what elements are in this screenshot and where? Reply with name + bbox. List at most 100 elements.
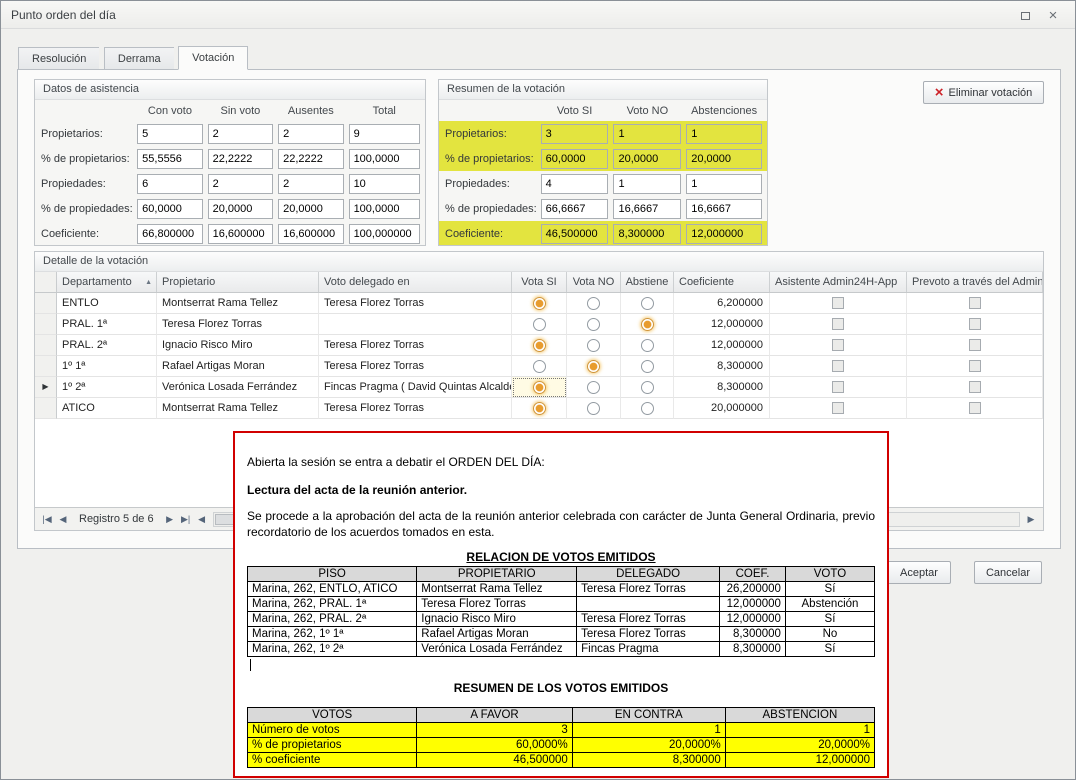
value-field[interactable]: 5 bbox=[137, 124, 202, 144]
row-selector[interactable] bbox=[35, 335, 57, 356]
row-selector[interactable] bbox=[35, 398, 57, 419]
aceptar-button[interactable]: Aceptar bbox=[887, 561, 951, 584]
column-header-prevoto[interactable]: Prevoto a través del Admin bbox=[907, 272, 1043, 292]
vote-abstiene-cell[interactable] bbox=[621, 398, 674, 419]
value-field[interactable]: 100,000000 bbox=[349, 224, 420, 244]
table-row[interactable]: ▶1º 2ªVerónica Losada FerrándezFincas Pr… bbox=[35, 377, 1043, 398]
vote-abstiene-radio[interactable] bbox=[641, 297, 654, 310]
row-selector[interactable] bbox=[35, 293, 57, 314]
value-field[interactable]: 16,6667 bbox=[613, 199, 681, 219]
table-row[interactable]: ENTLOMontserrat Rama TellezTeresa Florez… bbox=[35, 293, 1043, 314]
value-field[interactable]: 9 bbox=[349, 124, 420, 144]
value-field[interactable]: 60,0000 bbox=[137, 199, 202, 219]
close-button[interactable]: × bbox=[1043, 7, 1063, 24]
vote-si-radio[interactable] bbox=[533, 297, 546, 310]
value-field[interactable]: 1 bbox=[686, 124, 762, 144]
eliminar-votacion-button[interactable]: × Eliminar votación bbox=[923, 81, 1044, 104]
value-field[interactable]: 4 bbox=[541, 174, 609, 194]
value-field[interactable]: 22,2222 bbox=[278, 149, 343, 169]
vote-si-radio[interactable] bbox=[533, 402, 546, 415]
tab-derrama[interactable]: Derrama bbox=[104, 47, 174, 70]
column-header-vota-si[interactable]: Vota SI bbox=[512, 272, 567, 292]
vote-no-cell[interactable] bbox=[567, 314, 621, 335]
vote-si-cell[interactable] bbox=[512, 335, 567, 356]
value-field[interactable]: 16,600000 bbox=[278, 224, 343, 244]
vote-no-radio[interactable] bbox=[587, 339, 600, 352]
column-header-propietario[interactable]: Propietario bbox=[157, 272, 319, 292]
row-selector[interactable] bbox=[35, 314, 57, 335]
vote-no-cell[interactable] bbox=[567, 335, 621, 356]
column-header-vota-no[interactable]: Vota NO bbox=[567, 272, 621, 292]
row-selector[interactable]: ▶ bbox=[35, 377, 57, 398]
value-field[interactable]: 2 bbox=[208, 124, 273, 144]
vote-si-radio[interactable] bbox=[533, 381, 546, 394]
vote-no-cell[interactable] bbox=[567, 398, 621, 419]
asistente-app-checkbox[interactable] bbox=[832, 360, 844, 372]
value-field[interactable]: 16,6667 bbox=[686, 199, 762, 219]
scroll-right-button[interactable]: ▶ bbox=[1023, 514, 1039, 525]
vote-si-radio[interactable] bbox=[533, 339, 546, 352]
scroll-left-button[interactable]: ◀ bbox=[194, 514, 210, 525]
vote-si-cell[interactable] bbox=[512, 398, 567, 419]
value-field[interactable]: 2 bbox=[208, 174, 273, 194]
vote-abstiene-cell[interactable] bbox=[621, 377, 674, 398]
vote-no-radio[interactable] bbox=[587, 297, 600, 310]
vote-si-radio[interactable] bbox=[533, 318, 546, 331]
next-record-button[interactable]: ▶ bbox=[162, 514, 178, 525]
value-field[interactable]: 1 bbox=[613, 174, 681, 194]
value-field[interactable]: 100,0000 bbox=[349, 149, 420, 169]
prevoto-checkbox[interactable] bbox=[969, 318, 981, 330]
vote-no-cell[interactable] bbox=[567, 356, 621, 377]
value-field[interactable]: 100,0000 bbox=[349, 199, 420, 219]
cancelar-button[interactable]: Cancelar bbox=[974, 561, 1042, 584]
vote-abstiene-radio[interactable] bbox=[641, 360, 654, 373]
asistente-app-checkbox[interactable] bbox=[832, 297, 844, 309]
value-field[interactable]: 66,6667 bbox=[541, 199, 609, 219]
table-row[interactable]: 1º 1ªRafael Artigas MoranTeresa Florez T… bbox=[35, 356, 1043, 377]
vote-si-cell[interactable] bbox=[512, 356, 567, 377]
vote-no-radio[interactable] bbox=[587, 318, 600, 331]
value-field[interactable]: 20,0000 bbox=[208, 199, 273, 219]
vote-abstiene-cell[interactable] bbox=[621, 293, 674, 314]
table-row[interactable]: PRAL. 1ªTeresa Florez Torras12,000000 bbox=[35, 314, 1043, 335]
vote-abstiene-radio[interactable] bbox=[641, 339, 654, 352]
vote-no-radio[interactable] bbox=[587, 402, 600, 415]
value-field[interactable]: 2 bbox=[278, 174, 343, 194]
value-field[interactable]: 20,0000 bbox=[686, 149, 762, 169]
column-header-asistente-app[interactable]: Asistente Admin24H-App bbox=[770, 272, 907, 292]
asistente-app-checkbox[interactable] bbox=[832, 381, 844, 393]
vote-abstiene-cell[interactable] bbox=[621, 335, 674, 356]
vote-abstiene-radio[interactable] bbox=[641, 318, 654, 331]
vote-abstiene-cell[interactable] bbox=[621, 314, 674, 335]
column-header-coeficiente[interactable]: Coeficiente bbox=[674, 272, 770, 292]
vote-si-cell[interactable] bbox=[512, 377, 567, 398]
vote-si-radio[interactable] bbox=[533, 360, 546, 373]
column-header-departamento[interactable]: Departamento▲ bbox=[57, 272, 157, 292]
asistente-app-checkbox[interactable] bbox=[832, 318, 844, 330]
column-header-abstiene[interactable]: Abstiene bbox=[621, 272, 674, 292]
prevoto-checkbox[interactable] bbox=[969, 297, 981, 309]
value-field[interactable]: 12,000000 bbox=[686, 224, 762, 244]
value-field[interactable]: 46,500000 bbox=[541, 224, 609, 244]
prevoto-checkbox[interactable] bbox=[969, 360, 981, 372]
tab-resolucion[interactable]: Resolución bbox=[18, 47, 99, 70]
row-selector[interactable] bbox=[35, 356, 57, 377]
value-field[interactable]: 8,300000 bbox=[613, 224, 681, 244]
vote-si-cell[interactable] bbox=[512, 293, 567, 314]
vote-no-radio[interactable] bbox=[587, 360, 600, 373]
asistente-app-checkbox[interactable] bbox=[832, 339, 844, 351]
value-field[interactable]: 16,600000 bbox=[208, 224, 273, 244]
value-field[interactable]: 66,800000 bbox=[137, 224, 202, 244]
tab-votacion[interactable]: Votación bbox=[178, 46, 248, 70]
vote-abstiene-radio[interactable] bbox=[641, 381, 654, 394]
column-header-voto-delegado[interactable]: Voto delegado en bbox=[319, 272, 512, 292]
value-field[interactable]: 1 bbox=[686, 174, 762, 194]
vote-no-cell[interactable] bbox=[567, 377, 621, 398]
value-field[interactable]: 3 bbox=[541, 124, 609, 144]
value-field[interactable]: 1 bbox=[613, 124, 681, 144]
prevoto-checkbox[interactable] bbox=[969, 402, 981, 414]
prevoto-checkbox[interactable] bbox=[969, 381, 981, 393]
asistente-app-checkbox[interactable] bbox=[832, 402, 844, 414]
restore-button[interactable] bbox=[1015, 7, 1035, 24]
value-field[interactable]: 10 bbox=[349, 174, 420, 194]
